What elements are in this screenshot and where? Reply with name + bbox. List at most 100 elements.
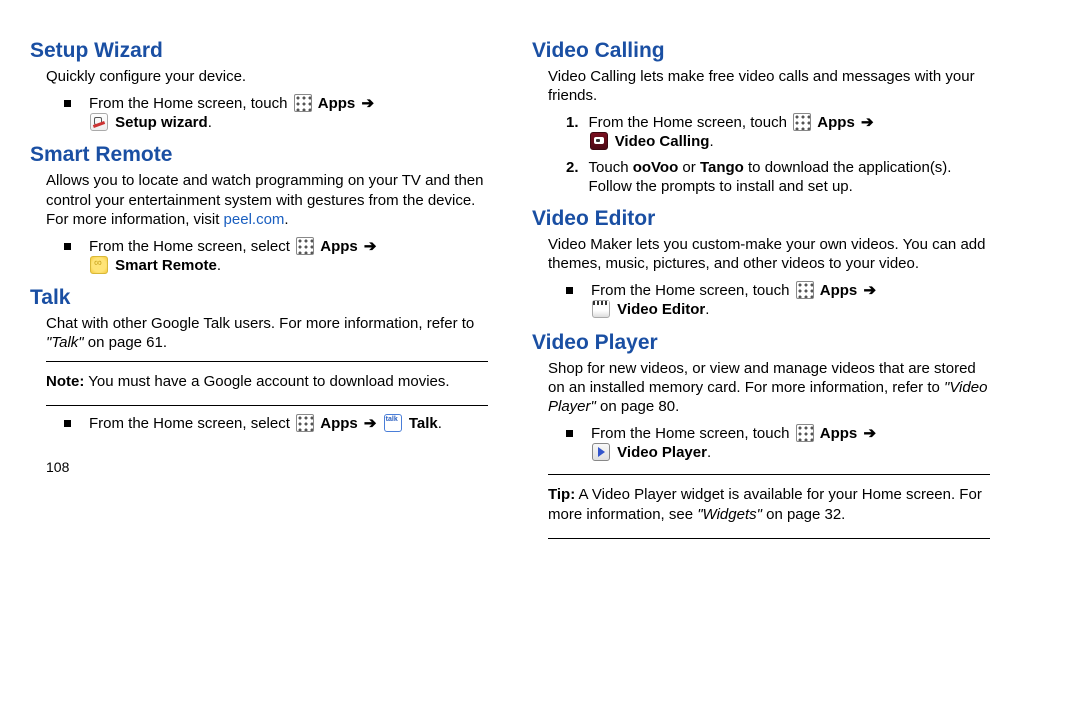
text: or [678,159,700,176]
heading-talk: Talk [30,285,488,312]
intro-talk: Chat with other Google Talk users. For m… [30,314,488,352]
text: on page 61. [84,334,167,351]
divider [46,361,488,362]
smart-remote-icon [90,256,108,274]
crossref-widgets: "Widgets" [697,506,762,523]
arrow-icon: ➔ [861,114,874,131]
arrow-icon: ➔ [361,95,374,112]
note-body: You must have a Google account to downlo… [84,373,449,390]
step-body: From the Home screen, touch Apps ➔ Video… [591,281,990,319]
step-video-calling-2: 2. Touch ooVoo or Tango to download the … [532,156,990,200]
app-label: Video Player [617,444,707,461]
apps-label: Apps [320,238,358,255]
apps-grid-icon [294,94,312,112]
apps-label: Apps [318,95,356,112]
setup-wizard-icon [90,113,108,131]
step-number: 1. [566,113,579,132]
period: . [217,257,221,274]
app-label: Smart Remote [115,257,217,274]
text: Touch [589,159,633,176]
step-video-player: From the Home screen, touch Apps ➔ Video… [532,422,990,466]
apps-grid-icon [296,237,314,255]
apps-grid-icon [296,414,314,432]
arrow-icon: ➔ [364,238,377,255]
period: . [707,444,711,461]
note-talk: Note: You must have a Google account to … [30,368,488,397]
note-label: Note: [46,373,84,390]
intro-smart-remote: Allows you to locate and watch programmi… [30,171,488,229]
bullet-icon [64,100,71,107]
apps-label: Apps [320,415,358,432]
step-setup-wizard: From the Home screen, touch Apps ➔ Setup… [30,92,488,136]
step-video-editor: From the Home screen, touch Apps ➔ Video… [532,279,990,323]
video-calling-icon [590,132,608,150]
app-label: Video Editor [617,301,705,318]
talk-icon [384,414,402,432]
step-talk: From the Home screen, select Apps ➔ Talk… [30,412,488,437]
step-body: From the Home screen, touch Apps ➔ Video… [589,113,990,151]
text: From the Home screen, touch [591,425,789,442]
text: From the Home screen, select [89,238,290,255]
step-body: From the Home screen, select Apps ➔ Talk… [89,414,488,433]
text: Chat with other Google Talk users. For m… [46,315,474,332]
step-body: From the Home screen, touch Apps ➔ Setup… [89,94,488,132]
step-body: Touch ooVoo or Tango to download the app… [589,158,990,196]
heading-video-calling: Video Calling [532,38,990,65]
heading-video-player: Video Player [532,330,990,357]
right-column: Video Calling Video Calling lets make fr… [532,32,990,545]
period: . [438,415,442,432]
divider [548,474,990,475]
text: . [284,211,288,228]
divider [46,405,488,406]
intro-video-player: Shop for new videos, or view and manage … [532,359,990,417]
text: on page 80. [596,398,679,415]
text: From the Home screen, touch [589,114,787,131]
arrow-icon: ➔ [863,282,876,299]
step-body: From the Home screen, touch Apps ➔ Video… [591,424,990,462]
apps-grid-icon [796,424,814,442]
video-editor-icon [592,300,610,318]
tip-label: Tip: [548,486,575,503]
apps-label: Apps [820,282,858,299]
bullet-icon [64,420,71,427]
intro-setup-wizard: Quickly configure your device. [30,67,488,86]
step-body: From the Home screen, select Apps ➔ Smar… [89,237,488,275]
page-number: 108 [30,437,488,477]
bullet-icon [64,243,71,250]
oovoo: ooVoo [633,159,679,176]
intro-video-editor: Video Maker lets you custom-make your ow… [532,235,990,273]
step-number: 2. [566,158,579,177]
app-label: Setup wizard [115,114,208,131]
period: . [208,114,212,131]
bullet-icon [566,287,573,294]
heading-setup-wizard: Setup Wizard [30,38,488,65]
app-label: Talk [409,415,438,432]
intro-video-calling: Video Calling lets make free video calls… [532,67,990,105]
tango: Tango [700,159,744,176]
peel-link[interactable]: peel.com [224,211,285,228]
arrow-icon: ➔ [863,425,876,442]
arrow-icon: ➔ [364,415,377,432]
step-video-calling-1: 1. From the Home screen, touch Apps ➔ Vi… [532,111,990,155]
heading-video-editor: Video Editor [532,206,990,233]
left-column: Setup Wizard Quickly configure your devi… [30,32,488,545]
divider [548,538,990,539]
app-label: Video Calling [615,133,710,150]
bullet-icon [566,430,573,437]
period: . [709,133,713,150]
text: From the Home screen, touch [89,95,287,112]
crossref-talk: "Talk" [46,334,84,351]
apps-label: Apps [817,114,855,131]
apps-label: Apps [820,425,858,442]
two-column-layout: Setup Wizard Quickly configure your devi… [30,32,990,545]
tip-body: on page 32. [762,506,845,523]
apps-grid-icon [793,113,811,131]
text: From the Home screen, touch [591,282,789,299]
video-player-icon [592,443,610,461]
text: From the Home screen, select [89,415,290,432]
text: Shop for new videos, or view and manage … [548,360,976,396]
heading-smart-remote: Smart Remote [30,142,488,169]
tip-video-player: Tip: A Video Player widget is available … [532,481,990,529]
step-smart-remote: From the Home screen, select Apps ➔ Smar… [30,235,488,279]
period: . [705,301,709,318]
